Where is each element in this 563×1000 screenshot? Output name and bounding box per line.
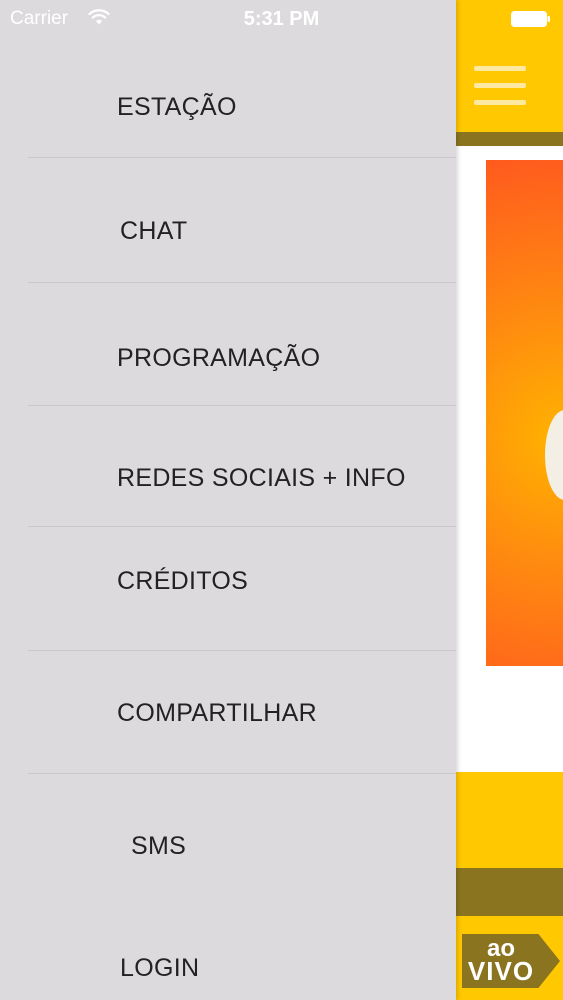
player-band-dark <box>456 868 563 916</box>
station-banner <box>486 160 563 666</box>
menu-item-creditos[interactable]: CRÉDITOS <box>0 527 456 650</box>
battery-icon <box>511 11 550 27</box>
menu-item-estacao[interactable]: ESTAÇÃO <box>0 76 456 156</box>
menu-item-label: CRÉDITOS <box>117 567 249 595</box>
menu-item-label: CHAT <box>120 217 188 245</box>
screen: ao VIVO ESTAÇÃO CHAT PROGRAMAÇÃO REDES S… <box>0 0 563 1000</box>
menu-item-chat[interactable]: CHAT <box>0 158 456 282</box>
menu-item-redes-sociais[interactable]: REDES SOCIAIS + INFO <box>0 406 456 526</box>
menu-item-label: SMS <box>131 832 187 860</box>
menu-item-sms[interactable]: SMS <box>0 774 456 904</box>
menu-item-compartilhar[interactable]: COMPARTILHAR <box>0 651 456 773</box>
menu-item-programacao[interactable]: PROGRAMAÇÃO <box>0 283 456 405</box>
menu-item-login[interactable]: LOGIN <box>0 904 456 1000</box>
menu-item-label: ESTAÇÃO <box>117 93 237 121</box>
menu-item-label: LOGIN <box>120 954 200 982</box>
menu-item-label: PROGRAMAÇÃO <box>117 344 321 372</box>
side-drawer: ESTAÇÃO CHAT PROGRAMAÇÃO REDES SOCIAIS +… <box>0 0 456 1000</box>
hamburger-menu-icon[interactable] <box>474 66 526 108</box>
menu-item-label: COMPARTILHAR <box>117 699 317 727</box>
banner-graphic <box>545 410 563 500</box>
status-time: 5:31 PM <box>243 8 320 30</box>
header-band <box>456 132 563 146</box>
main-app-view: ao VIVO <box>456 0 563 1000</box>
menu-item-label: REDES SOCIAIS + INFO <box>117 464 406 492</box>
player-bar <box>456 772 563 870</box>
status-bar: Carrier 5:31 PM <box>0 0 563 40</box>
